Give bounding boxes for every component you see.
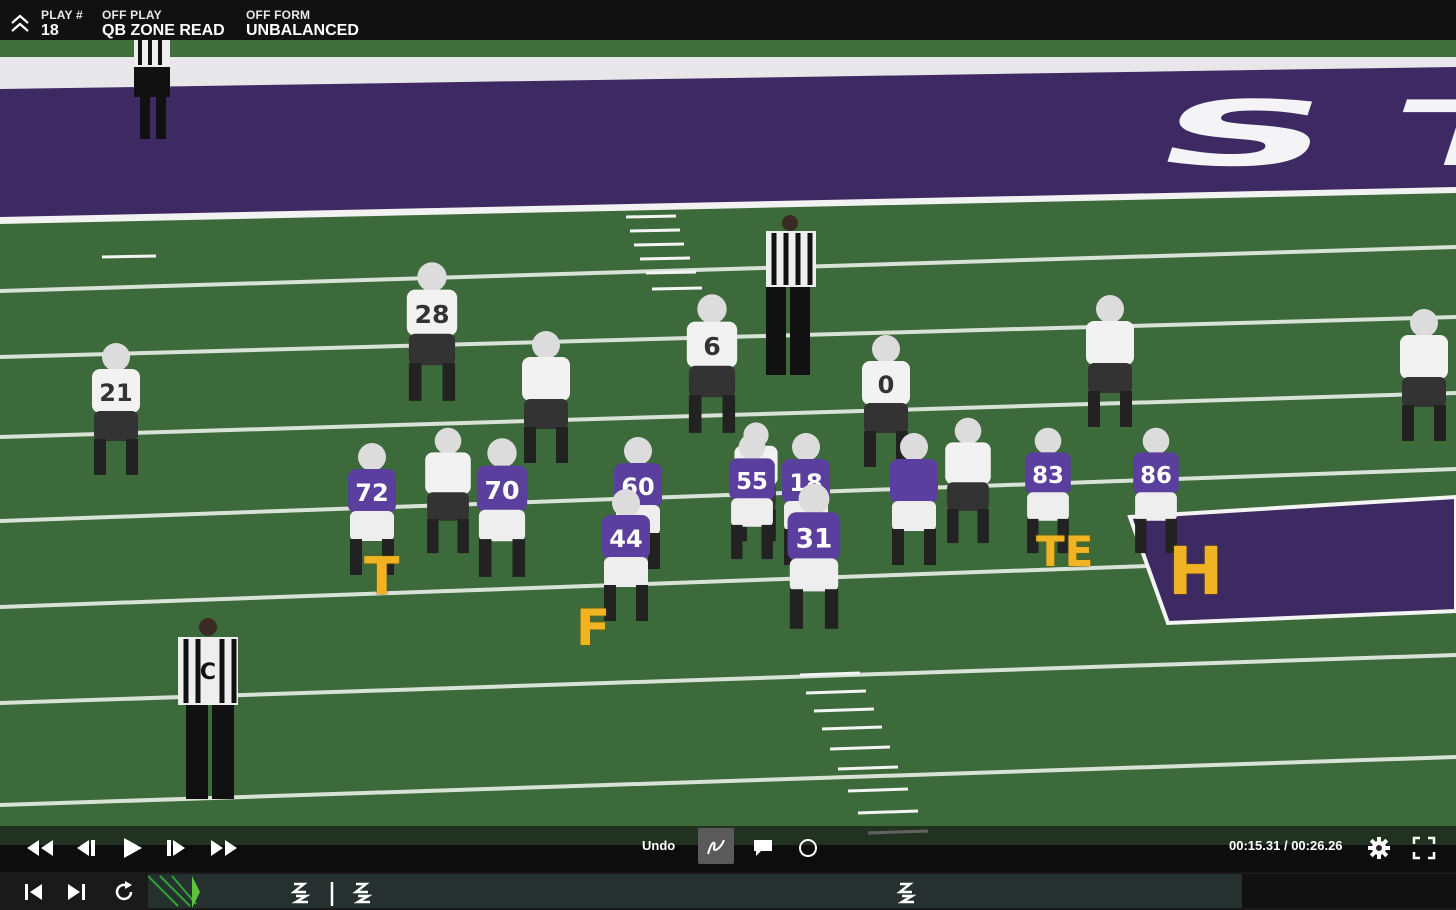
timeline-markers	[147, 875, 917, 908]
off-form-value: UNBALANCED	[246, 22, 359, 39]
off-play: OFF PLAY QB ZONE READ	[102, 8, 225, 40]
defender-safety-number: 28	[414, 300, 449, 329]
offense-tight-end-number: 83	[1032, 463, 1064, 489]
official-center-judge: C	[178, 618, 238, 799]
settings-gear-icon[interactable]	[1366, 834, 1392, 862]
fullscreen-icon[interactable]	[1410, 834, 1438, 862]
defender-safety-right	[1086, 295, 1134, 427]
defender-mike-number: 6	[703, 332, 721, 361]
defender-end-right	[945, 417, 991, 544]
rewind-icon[interactable]	[24, 834, 56, 862]
defender-lb-right-number: 0	[878, 371, 895, 399]
fast-forward-icon[interactable]	[208, 834, 240, 862]
timeline-bar	[0, 872, 1456, 910]
field-scene: STAT C 212860 72 70 60 55 18 83 8644 31	[0, 27, 1456, 835]
draw-pen-icon[interactable]	[698, 828, 734, 864]
endzone-lettering: STAT	[1141, 82, 1456, 187]
video-frame[interactable]: STAT C 21 28 6 0 72 70 60 55 18 83 86 44…	[0, 27, 1456, 845]
defender-end-left	[425, 427, 471, 554]
time-separator: /	[1283, 838, 1288, 853]
defender-lb-left	[522, 331, 570, 463]
off-play-label: OFF PLAY	[102, 8, 162, 22]
timeline-remaining	[1242, 874, 1456, 908]
defender-corner-right	[1400, 309, 1448, 441]
time-current: 00:15.31	[1229, 838, 1281, 853]
defender-safety: 28	[406, 262, 458, 401]
collapse-chevron-icon[interactable]	[8, 12, 32, 36]
off-form: OFF FORM UNBALANCED	[246, 8, 359, 40]
offense-guard-left: 70	[476, 438, 528, 577]
official-badge: C	[200, 660, 216, 685]
replay-icon[interactable]	[110, 878, 138, 906]
off-play-value: QB ZONE READ	[102, 22, 225, 39]
step-forward-icon[interactable]	[164, 834, 190, 862]
offense-running-back-number: 31	[796, 523, 833, 554]
annotation-fullback: F	[576, 599, 611, 657]
offense-h-back-number: 86	[1140, 463, 1172, 489]
circle-tool-icon[interactable]	[796, 834, 820, 862]
off-form-label: OFF FORM	[246, 8, 311, 22]
offense-center-number: 55	[736, 469, 768, 495]
official-deep	[766, 215, 816, 375]
offense-fullback-number: 44	[609, 525, 642, 553]
top-info-bar: PLAY # 18 OFF PLAY QB ZONE READ OFF FORM…	[0, 0, 1456, 40]
time-total: 00:26.26	[1291, 838, 1343, 853]
comment-icon[interactable]	[750, 834, 776, 862]
timecode: 00:15.31 / 00:26.26	[1229, 838, 1343, 853]
play-number-value: 18	[41, 22, 59, 39]
annotation-tight-end: TE	[1036, 527, 1094, 576]
timeline-track[interactable]	[147, 874, 1242, 908]
annotation-h-back: H	[1168, 533, 1224, 610]
undo-button[interactable]: Undo	[642, 838, 675, 853]
skip-to-end-icon[interactable]	[64, 878, 90, 906]
defender-corner-left: 21	[92, 343, 140, 475]
defender-corner-left-number: 21	[99, 379, 132, 407]
step-back-icon[interactable]	[72, 834, 98, 862]
annotation-tackle: T	[364, 547, 400, 607]
play-number: PLAY # 18	[41, 8, 83, 40]
play-icon[interactable]	[118, 834, 146, 862]
offense-tackle-number: 72	[355, 479, 388, 507]
play-number-label: PLAY #	[41, 8, 83, 22]
defender-mike: 6	[686, 294, 738, 433]
offense-guard-left-number: 70	[484, 476, 519, 505]
skip-to-start-icon[interactable]	[20, 878, 46, 906]
